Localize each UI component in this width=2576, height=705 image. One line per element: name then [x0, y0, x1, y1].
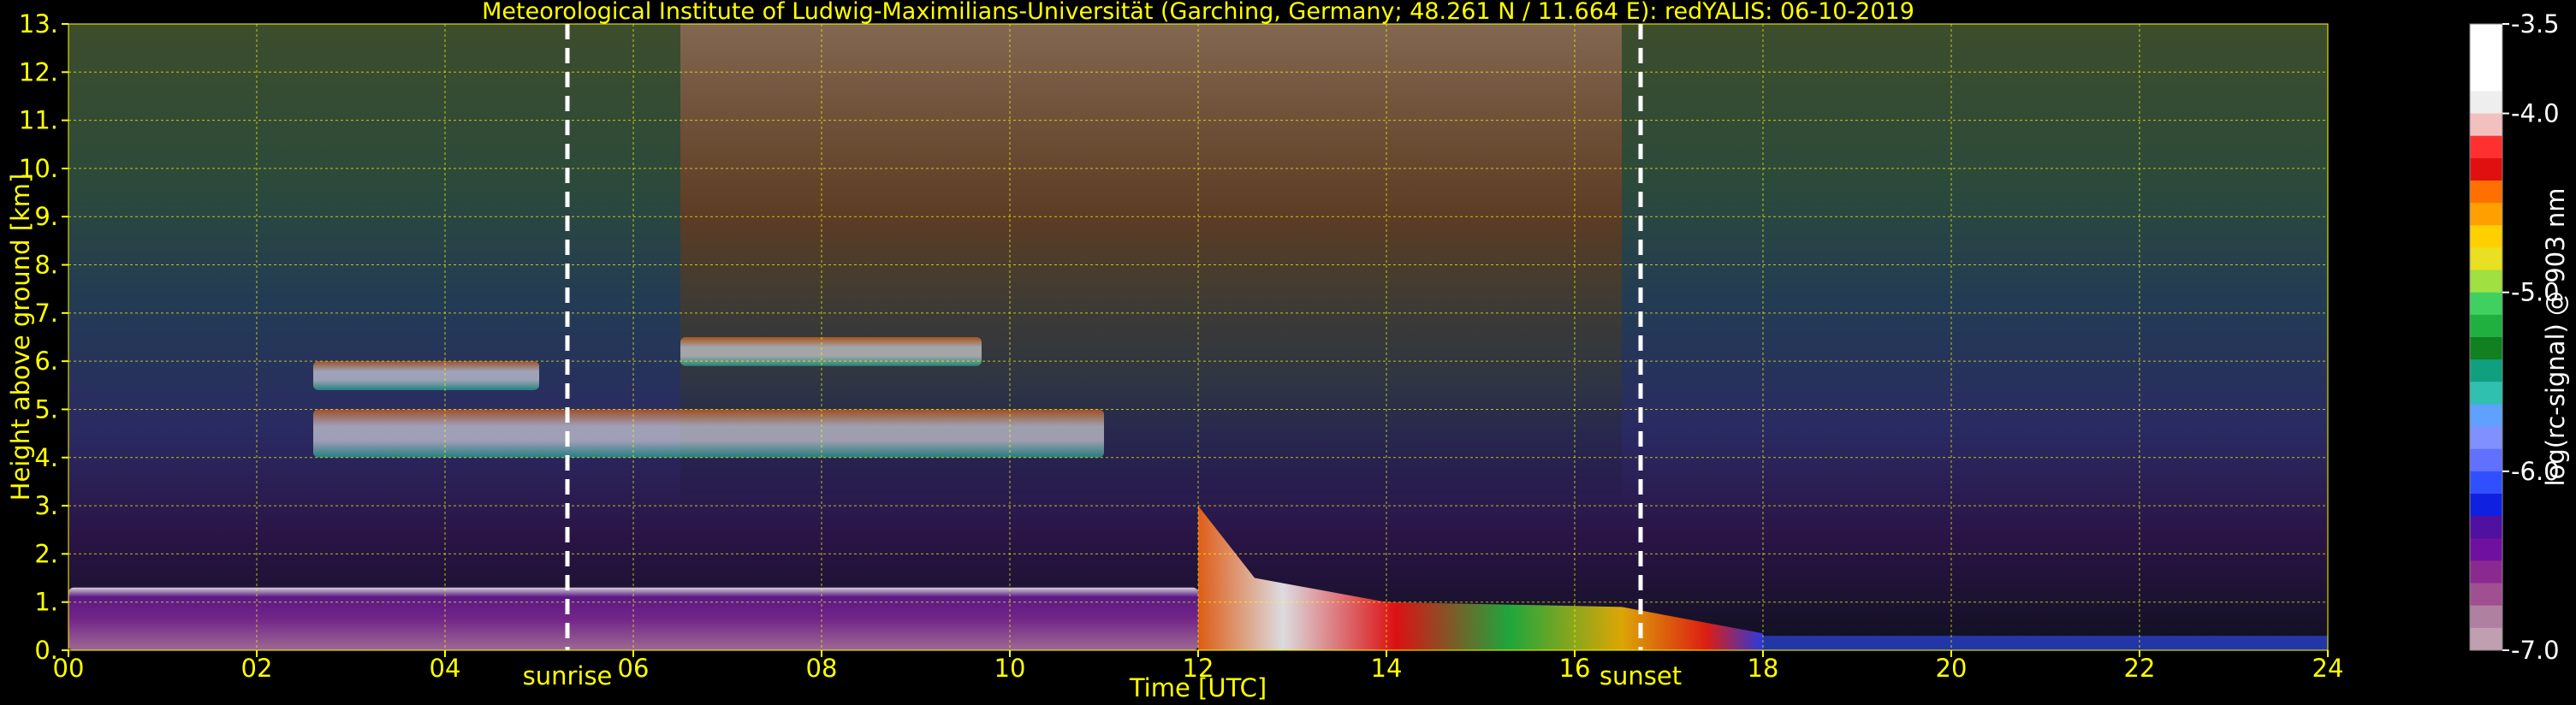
x-axis-label: Time [UTC] [1129, 673, 1267, 702]
x-tick-label: 02 [241, 654, 273, 683]
y-tick-label: 6. [34, 347, 58, 376]
x-tick-label: 16 [1559, 654, 1591, 683]
y-tick-label: 5. [34, 394, 58, 424]
feature-cloud-layer [680, 337, 982, 366]
y-tick-label: 13. [19, 9, 58, 39]
x-tick-label: 22 [2124, 654, 2156, 683]
colorbar-segment [2470, 516, 2502, 539]
colorbar-tick-label: -4.0 [2511, 99, 2560, 128]
feature-cloud-layer [313, 361, 539, 390]
colorbar-segment [2470, 471, 2502, 495]
y-tick-label: 2. [34, 539, 58, 568]
colorbar-segment [2470, 337, 2502, 360]
colorbar-segment [2470, 538, 2502, 561]
colorbar-segment [2470, 382, 2502, 405]
colorbar-segment [2470, 605, 2502, 629]
y-axis-label: Height above ground [km] [6, 174, 35, 501]
x-tick-label: 04 [430, 654, 461, 683]
sunset-label: sunset [1600, 661, 1682, 690]
colorbar-segment [2470, 46, 2502, 69]
colorbar-segment [2470, 314, 2502, 338]
y-tick-label: 7. [34, 299, 58, 328]
colorbar-segment [2470, 292, 2502, 316]
x-tick-label: 18 [1748, 654, 1779, 683]
colorbar-segment [2470, 494, 2502, 517]
colorbar-segment [2470, 426, 2502, 450]
chart-title: Meteorological Institute of Ludwig-Maxim… [482, 0, 1914, 25]
colorbar-segment [2470, 135, 2502, 159]
y-tick-label: 4. [34, 443, 58, 472]
colorbar-segment [2470, 203, 2502, 226]
colorbar-segment [2470, 247, 2502, 271]
x-tick-label: 08 [806, 654, 838, 683]
x-tick-label: 24 [2312, 654, 2344, 683]
y-tick-label: 8. [34, 251, 58, 280]
y-tick-label: 11. [19, 106, 58, 135]
colorbar-segment [2470, 91, 2502, 115]
colorbar-segment [2470, 560, 2502, 584]
colorbar-segment [2470, 448, 2502, 472]
colorbar-segment [2470, 157, 2502, 181]
colorbar-segment [2470, 113, 2502, 137]
colorbar-segment [2470, 24, 2502, 47]
colorbar-tick-label: -3.5 [2511, 9, 2560, 39]
colorbar-segment [2470, 404, 2502, 428]
colorbar-segment [2470, 270, 2502, 293]
colorbar-segment [2470, 627, 2502, 651]
colorbar-segment [2470, 181, 2502, 204]
colorbar-tick-label: -7.0 [2511, 636, 2560, 665]
colorbar-segment [2470, 359, 2502, 382]
sunrise-label: sunrise [523, 661, 613, 690]
colorbar-segment [2470, 68, 2502, 92]
colorbar-label: log(rc-signal) @ 903 nm [2541, 188, 2570, 487]
feature-residual-layer [1763, 636, 2328, 650]
x-tick-label: 06 [618, 654, 650, 683]
colorbar-segment [2470, 583, 2502, 607]
feature-cloud-layer [313, 409, 1104, 458]
y-tick-label: 12. [19, 57, 58, 86]
x-tick-label: 20 [1936, 654, 1968, 683]
y-tick-label: 9. [34, 202, 58, 231]
x-tick-label: 14 [1371, 654, 1403, 683]
y-tick-label: 0. [34, 636, 58, 665]
y-tick-label: 1. [34, 588, 58, 617]
x-tick-label: 10 [994, 654, 1026, 683]
colorbar-segment [2470, 225, 2502, 248]
lidar-chart: sunrise sunset 00 02 04 06 08 10 12 14 16 18 20 22 24… [6, 0, 2570, 702]
y-tick-label: 3. [34, 491, 58, 520]
